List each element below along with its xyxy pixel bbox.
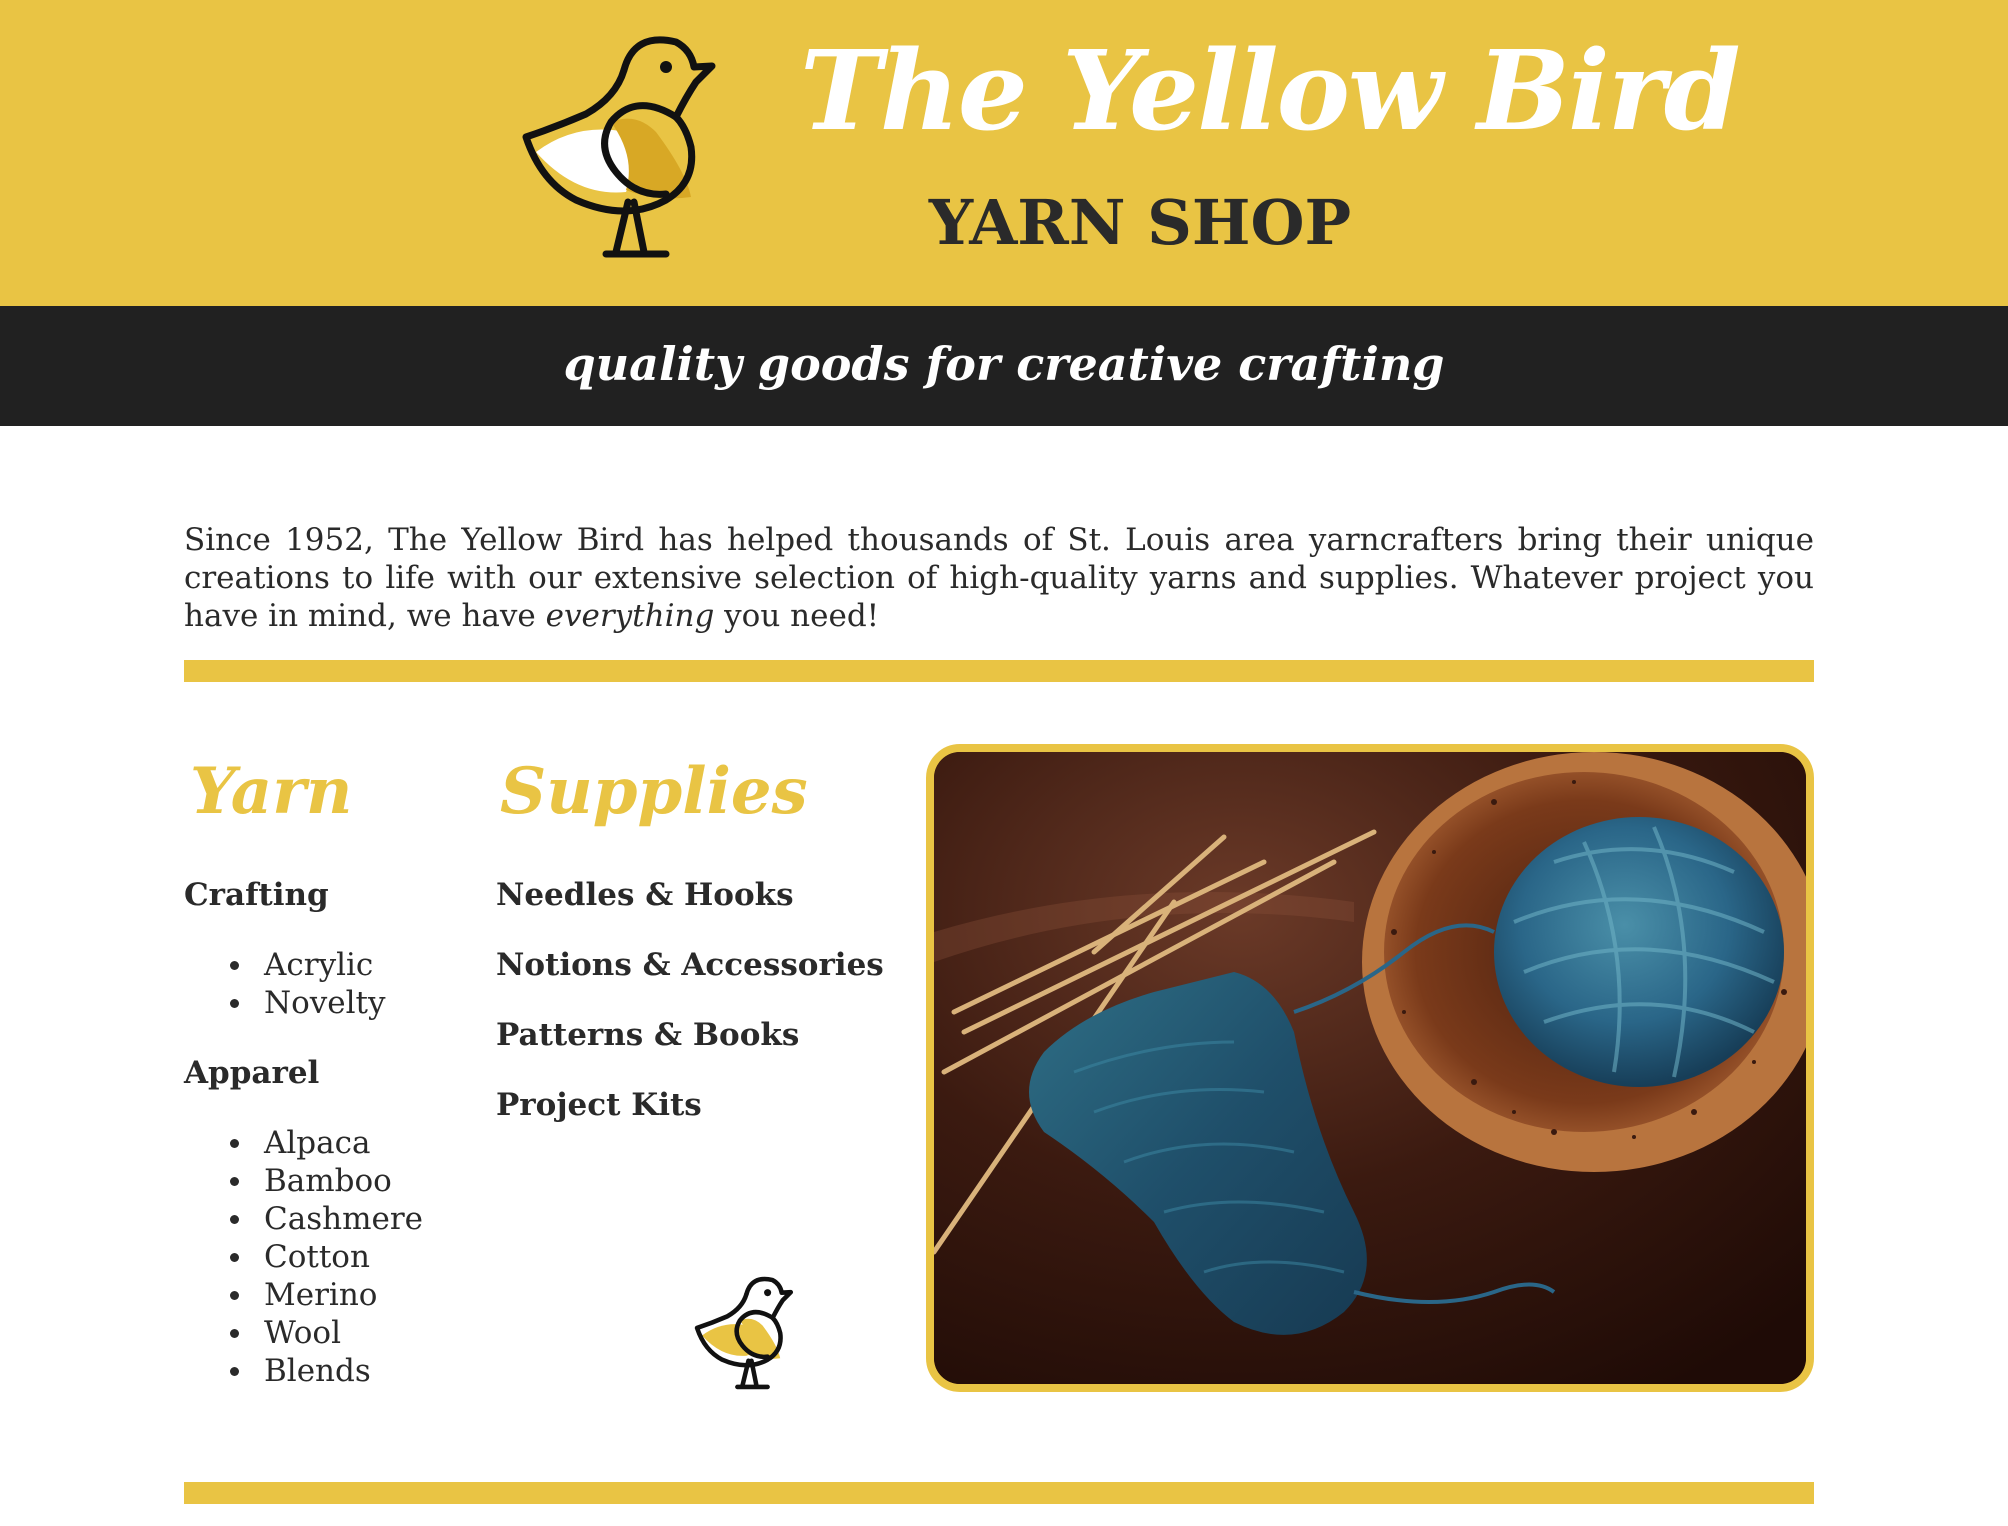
site-subtitle: YARN SHOP — [928, 186, 1352, 259]
list-item[interactable]: Merino — [184, 1276, 423, 1314]
list-item[interactable]: Cashmere — [184, 1200, 423, 1238]
bullet-icon — [230, 1329, 239, 1338]
bullet-icon — [230, 1291, 239, 1300]
list-item[interactable]: Bamboo — [184, 1162, 423, 1200]
list-item[interactable]: Wool — [184, 1314, 423, 1352]
site-header: The Yellow Bird YARN SHOP — [0, 0, 2008, 306]
list-item-label: Cotton — [264, 1239, 370, 1275]
bullet-icon — [230, 999, 239, 1008]
list-item-label: Merino — [264, 1277, 378, 1313]
intro-emphasis: everything — [545, 598, 715, 634]
supply-link-notions-accessories[interactable]: Notions & Accessories — [496, 946, 884, 984]
list-item[interactable]: Alpaca — [184, 1124, 423, 1162]
list-item-label: Wool — [264, 1315, 342, 1351]
list-item-label: Blends — [264, 1353, 371, 1389]
intro-text-after: you need! — [714, 598, 880, 634]
tagline-text: quality goods for creative crafting — [563, 337, 1445, 391]
list-item-label: Novelty — [264, 985, 386, 1021]
bullet-icon — [230, 1215, 239, 1224]
supply-link-needles-hooks[interactable]: Needles & Hooks — [496, 876, 794, 914]
bullet-icon — [230, 1177, 239, 1186]
yarn-heading: Yarn — [190, 754, 353, 829]
list-item[interactable]: Acrylic — [184, 946, 386, 984]
list-item[interactable]: Cotton — [184, 1238, 423, 1276]
knitting-project-photo — [926, 744, 1814, 1392]
yarn-crafting-list: Acrylic Novelty — [184, 946, 386, 1022]
supply-link-project-kits[interactable]: Project Kits — [496, 1086, 702, 1124]
photo-illustration — [934, 752, 1806, 1384]
bullet-icon — [230, 1253, 239, 1262]
bullet-icon — [230, 961, 239, 970]
list-item-label: Acrylic — [264, 947, 374, 983]
list-item[interactable]: Blends — [184, 1352, 423, 1390]
list-item-label: Bamboo — [264, 1163, 392, 1199]
yellow-bird-logo-icon[interactable] — [516, 22, 766, 272]
bullet-icon — [230, 1139, 239, 1148]
list-item[interactable]: Novelty — [184, 984, 386, 1022]
list-item-label: Cashmere — [264, 1201, 423, 1237]
bullet-icon — [230, 1367, 239, 1376]
divider-bottom — [184, 1482, 1814, 1504]
yarn-group-apparel-label: Apparel — [184, 1055, 320, 1091]
list-item-label: Alpaca — [264, 1125, 371, 1161]
site-title: The Yellow Bird — [800, 26, 1741, 155]
yarn-apparel-list: Alpaca Bamboo Cashmere Cotton Merino Woo… — [184, 1124, 423, 1390]
intro-text-before: Since 1952, The Yellow Bird has helped t… — [184, 522, 1814, 634]
intro-paragraph: Since 1952, The Yellow Bird has helped t… — [184, 521, 1814, 635]
supply-link-patterns-books[interactable]: Patterns & Books — [496, 1016, 799, 1054]
divider-top — [184, 660, 1814, 682]
tagline-band: quality goods for creative crafting — [0, 306, 2008, 426]
supplies-heading: Supplies — [500, 754, 808, 829]
yellow-bird-small-logo-icon — [694, 1276, 794, 1390]
yarn-group-crafting-label: Crafting — [184, 877, 329, 913]
